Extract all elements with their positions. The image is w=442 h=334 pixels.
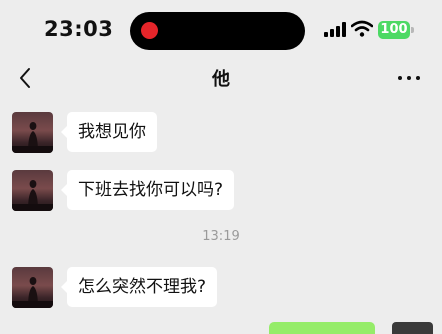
contact-avatar[interactable]	[12, 267, 53, 308]
wifi-icon	[351, 20, 373, 37]
message-timestamp: 13:19	[202, 229, 240, 244]
status-time: 23:03	[44, 17, 114, 41]
battery-icon: 100	[378, 21, 410, 39]
message-bubble[interactable]: 下班去找你可以吗?	[60, 170, 235, 210]
message-bubble[interactable]: 我想见你	[61, 112, 157, 152]
chat-title: 他	[212, 69, 230, 90]
message-bubble[interactable]: 怎么突然不理我?	[60, 267, 218, 307]
silhouette-icon	[12, 277, 53, 308]
chat-nav-bar: 他	[0, 62, 442, 94]
dynamic-island	[130, 12, 305, 50]
contact-avatar[interactable]	[12, 170, 53, 211]
sent-message-bubble[interactable]	[269, 322, 375, 334]
recording-indicator-icon	[141, 22, 158, 39]
contact-avatar[interactable]	[12, 112, 53, 153]
silhouette-icon	[12, 122, 53, 153]
status-bar: 23:03 100	[0, 0, 442, 62]
signal-icon	[324, 22, 346, 37]
silhouette-icon	[12, 180, 53, 211]
self-avatar[interactable]	[392, 322, 433, 334]
more-options-icon[interactable]	[398, 74, 420, 82]
battery-tip	[411, 27, 414, 33]
